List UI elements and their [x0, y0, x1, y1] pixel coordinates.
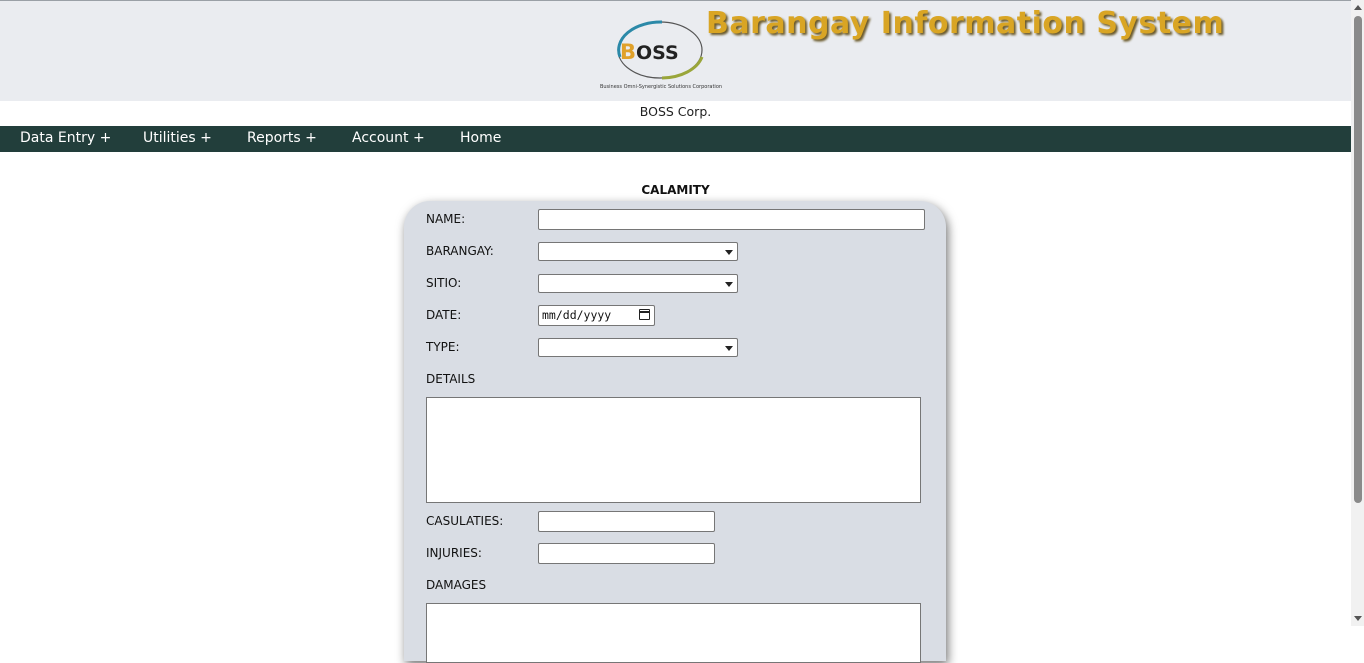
name-input[interactable] — [538, 209, 925, 230]
page: B OSS Business Omni-Synergistic Solution… — [0, 0, 1351, 663]
scrollbar-thumb[interactable] — [1354, 16, 1362, 503]
calamity-form-card: NAME: BARANGAY: SITIO: DATE: mm/dd/yyyy … — [404, 201, 946, 663]
nav-account[interactable]: Account + — [352, 130, 425, 146]
nav-home[interactable]: Home — [460, 130, 501, 146]
barangay-label: BARANGAY: — [426, 244, 494, 258]
casualties-input[interactable] — [538, 511, 715, 532]
details-textarea[interactable] — [426, 397, 921, 503]
details-label: DETAILS — [426, 372, 476, 386]
vertical-scrollbar[interactable] — [1351, 0, 1364, 626]
type-label: TYPE: — [426, 340, 460, 354]
calendar-icon[interactable] — [639, 309, 650, 320]
damages-textarea[interactable] — [426, 603, 921, 663]
scroll-up-arrow-icon[interactable] — [1354, 5, 1362, 10]
nav-utilities[interactable]: Utilities + — [143, 130, 212, 146]
nav-data-entry[interactable]: Data Entry + — [20, 130, 111, 146]
sitio-label: SITIO: — [426, 276, 462, 290]
scroll-down-arrow-icon[interactable] — [1354, 616, 1362, 621]
form-title: CALAMITY — [641, 183, 710, 197]
chevron-down-icon — [725, 345, 733, 351]
date-placeholder: mm/dd/yyyy — [542, 308, 612, 322]
logo-oss-letters: OSS — [636, 42, 679, 64]
date-label: DATE: — [426, 308, 462, 322]
logo-caption: Business Omni-Synergistic Solutions Corp… — [599, 84, 723, 90]
company-name: BOSS Corp. — [639, 104, 712, 119]
nav-reports[interactable]: Reports + — [247, 130, 317, 146]
main-navbar: Data Entry + Utilities + Reports + Accou… — [0, 126, 1351, 152]
header-banner: B OSS Business Omni-Synergistic Solution… — [0, 1, 1351, 101]
barangay-select[interactable] — [538, 242, 738, 261]
injuries-input[interactable] — [538, 543, 715, 564]
chevron-down-icon — [725, 281, 733, 287]
casualties-label: CASULATIES: — [426, 514, 504, 528]
injuries-label: INJURIES: — [426, 546, 482, 560]
sitio-select[interactable] — [538, 274, 738, 293]
damages-label: DAMAGES — [426, 578, 487, 592]
logo-b-letter: B — [620, 40, 636, 64]
app-title: Barangay Information System — [706, 6, 1225, 41]
name-label: NAME: — [426, 212, 466, 226]
chevron-down-icon — [725, 249, 733, 255]
date-input[interactable]: mm/dd/yyyy — [538, 305, 655, 326]
type-select[interactable] — [538, 338, 738, 357]
